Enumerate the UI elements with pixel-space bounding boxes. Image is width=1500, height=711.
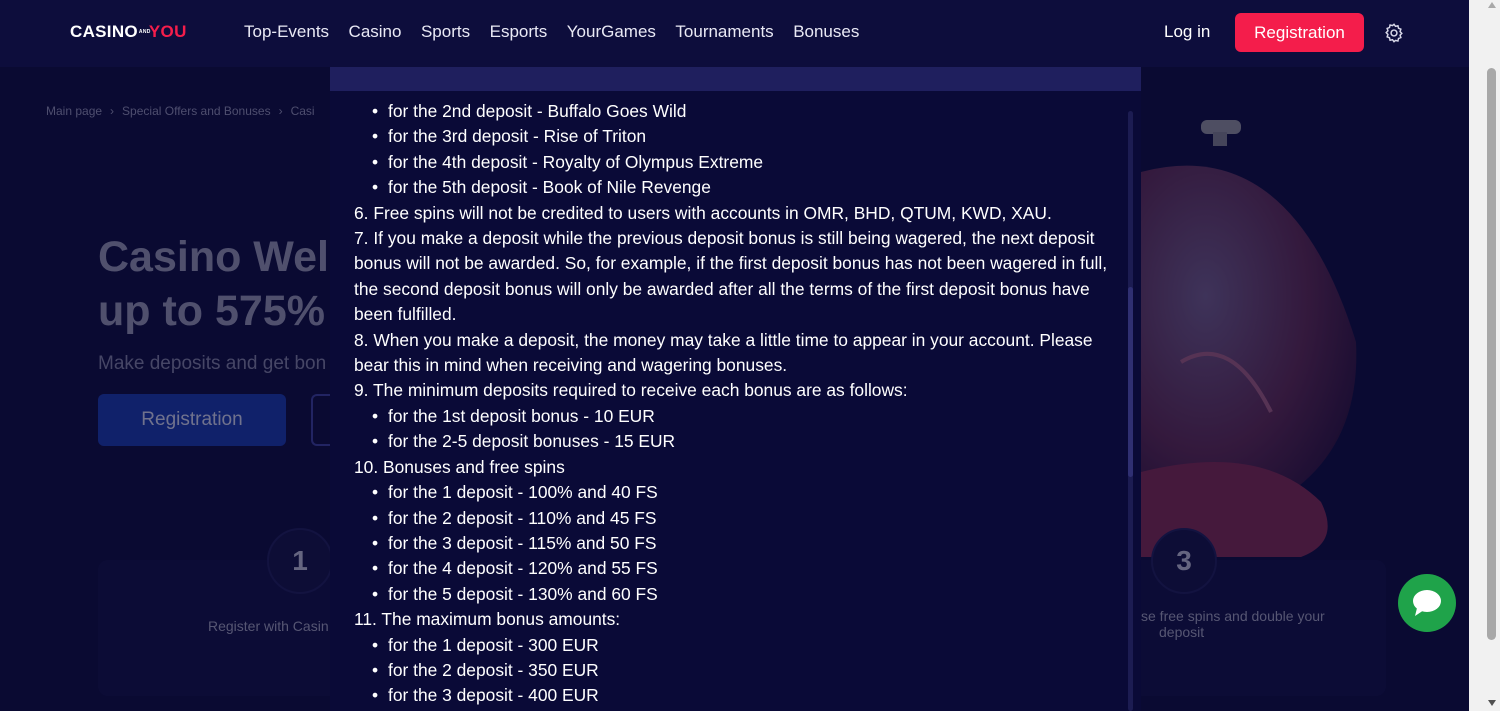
terms-item: 10. Bonuses and free spins <box>354 456 565 477</box>
terms-bullet: for the 2-5 deposit bonuses - 15 EUR <box>354 429 1114 455</box>
terms-bullet: for the 5th deposit - Book of Nile Reven… <box>354 175 1114 201</box>
main-nav: Top-Events Casino Sports Esports YourGam… <box>244 22 879 42</box>
login-link[interactable]: Log in <box>1164 22 1210 42</box>
logo[interactable]: CASINO AND YOU <box>70 22 187 42</box>
terms-item: 9. The minimum deposits required to rece… <box>354 380 908 401</box>
scroll-down-arrow-icon[interactable] <box>1488 700 1496 706</box>
terms-bullet: for the 3 deposit - 400 EUR <box>354 683 1114 709</box>
terms-item: 6. Free spins will not be credited to us… <box>354 202 1052 223</box>
nav-yourgames[interactable]: YourGames <box>567 22 656 42</box>
logo-text-and: AND <box>138 28 151 35</box>
nav-top-events[interactable]: Top-Events <box>244 22 329 42</box>
terms-bullet: for the 4th deposit - Royalty of Olympus… <box>354 150 1114 176</box>
chat-button[interactable] <box>1398 574 1456 632</box>
modal-scrollbar-thumb[interactable] <box>1128 287 1133 477</box>
terms-bullet: for the 3rd deposit - Rise of Triton <box>354 124 1114 150</box>
site-header: CASINO AND YOU Top-Events Casino Sports … <box>0 0 1485 67</box>
terms-bullet: for the 2nd deposit - Buffalo Goes Wild <box>354 99 1114 125</box>
registration-button[interactable]: Registration <box>1235 13 1364 52</box>
terms-bullet: for the 3 deposit - 115% and 50 FS <box>354 531 1114 557</box>
terms-bullet: for the 1 deposit - 300 EUR <box>354 633 1114 659</box>
terms-bullet: for the 4 deposit - 120% and 55 FS <box>354 556 1114 582</box>
nav-sports[interactable]: Sports <box>421 22 470 42</box>
logo-text-you: YOU <box>148 22 187 41</box>
terms-bullet: for the 2 deposit - 110% and 45 FS <box>354 506 1114 532</box>
terms-bullet: for the 5 deposit - 130% and 60 FS <box>354 582 1114 608</box>
nav-casino[interactable]: Casino <box>349 22 402 42</box>
nav-esports[interactable]: Esports <box>490 22 548 42</box>
page-scrollbar[interactable] <box>1469 0 1500 711</box>
gear-icon[interactable] <box>1383 22 1405 44</box>
terms-modal: for the 2nd deposit - Buffalo Goes Wildf… <box>330 91 1141 711</box>
terms-content: for the 2nd deposit - Buffalo Goes Wildf… <box>354 99 1114 709</box>
terms-item: 11. The maximum bonus amounts: <box>354 609 621 630</box>
page-scrollbar-thumb[interactable] <box>1487 68 1496 640</box>
nav-bonuses[interactable]: Bonuses <box>793 22 859 42</box>
nav-tournaments[interactable]: Tournaments <box>675 22 773 42</box>
modal-header-bar <box>330 67 1141 91</box>
terms-item: 7. If you make a deposit while the previ… <box>354 228 1108 325</box>
chat-bubble-icon <box>1413 590 1441 616</box>
logo-text-casino: CASINO <box>70 22 138 41</box>
scroll-up-arrow-icon[interactable] <box>1488 2 1496 8</box>
terms-item: 8. When you make a deposit, the money ma… <box>354 329 1093 376</box>
terms-bullet: for the 1st deposit bonus - 10 EUR <box>354 404 1114 430</box>
terms-bullet: for the 2 deposit - 350 EUR <box>354 658 1114 684</box>
terms-bullet: for the 1 deposit - 100% and 40 FS <box>354 480 1114 506</box>
